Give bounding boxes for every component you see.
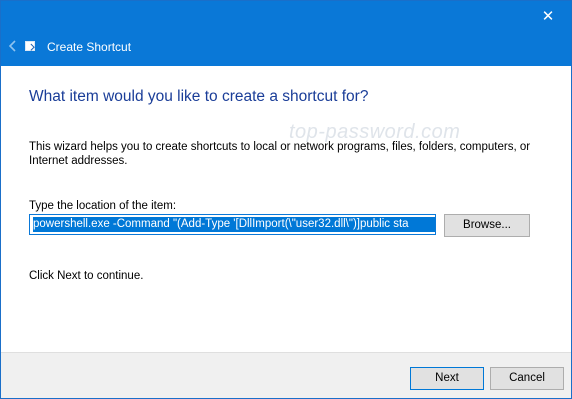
back-arrow-icon bbox=[8, 40, 16, 52]
create-shortcut-window: ✕ Create Shortcut What item would you li… bbox=[0, 0, 572, 399]
location-input[interactable]: powershell.exe -Command "(Add-Type '[Dll… bbox=[29, 214, 436, 235]
back-button[interactable] bbox=[5, 37, 21, 55]
cancel-button[interactable]: Cancel bbox=[490, 367, 564, 390]
button-bar bbox=[1, 352, 571, 398]
shortcut-icon bbox=[25, 41, 35, 51]
browse-button[interactable]: Browse... bbox=[444, 214, 530, 237]
close-button[interactable]: ✕ bbox=[525, 1, 571, 33]
window-title: Create Shortcut bbox=[47, 40, 132, 54]
close-icon: ✕ bbox=[541, 8, 555, 25]
location-input-value: powershell.exe -Command "(Add-Type '[Dll… bbox=[33, 217, 435, 232]
page-heading: What item would you like to create a sho… bbox=[29, 88, 369, 105]
next-button[interactable]: Next bbox=[410, 367, 484, 390]
title-bar: ✕ Create Shortcut bbox=[1, 1, 571, 66]
location-label: Type the location of the item: bbox=[29, 200, 177, 212]
wizard-description: This wizard helps you to create shortcut… bbox=[29, 141, 531, 167]
continue-instruction: Click Next to continue. bbox=[29, 270, 144, 282]
